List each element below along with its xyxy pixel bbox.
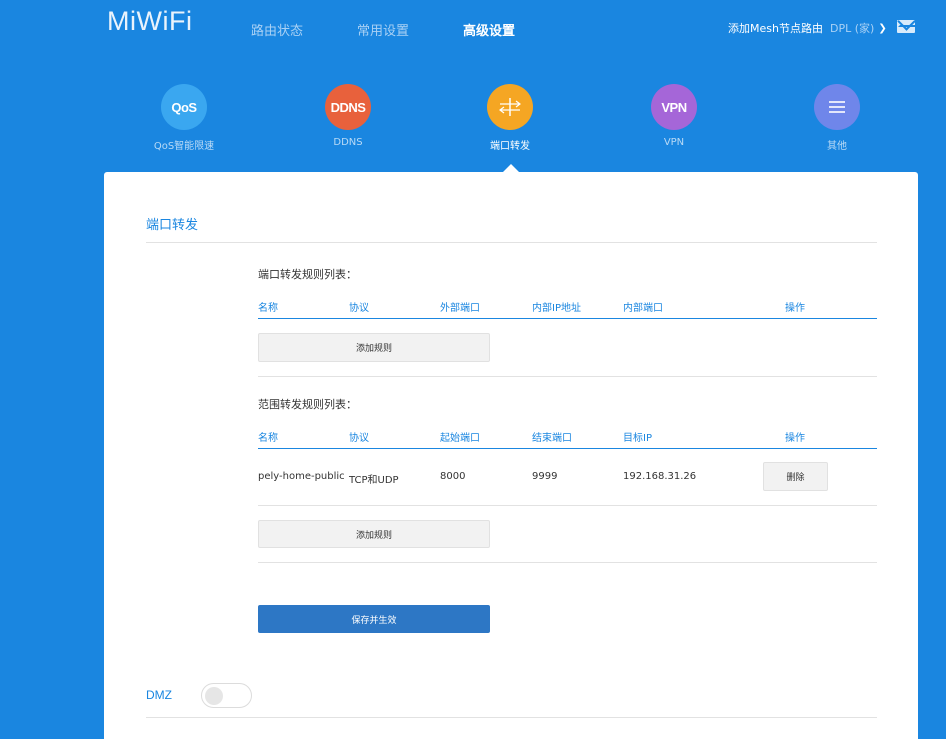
feature-label: VPN (663, 137, 685, 148)
table-header-line (258, 318, 877, 319)
feature-ddns[interactable]: DDNS DDNS (303, 84, 393, 148)
dmz-label: DMZ (146, 688, 172, 702)
col-header-action: 操作 (785, 433, 805, 444)
col-header-end-port: 结束端口 (532, 433, 572, 444)
col-header-internal-ip: 内部IP地址 (532, 303, 581, 314)
user-name: DPL (家) (830, 22, 875, 35)
main-panel: 端口转发 端口转发规则列表： 名称 协议 外部端口 内部IP地址 内部端口 操作… (104, 172, 918, 739)
col-header-protocol: 协议 (349, 303, 369, 314)
rule-target-ip: 192.168.31.26 (623, 471, 697, 482)
dmz-toggle[interactable] (201, 683, 252, 708)
col-header-target-ip: 目标IP (623, 433, 652, 444)
top-bar: MiWiFi 路由状态 常用设置 高级设置 添加Mesh节点路由 DPL (家)… (0, 0, 946, 60)
rule-name: pely-home-public (258, 471, 345, 482)
qos-icon: QoS (161, 84, 207, 130)
feature-qos[interactable]: QoS QoS智能限速 (139, 84, 229, 152)
port-rules-title: 端口转发规则列表： (258, 268, 357, 281)
feature-vpn[interactable]: VPN VPN (629, 84, 719, 148)
col-header-internal-port: 内部端口 (623, 303, 663, 314)
col-header-action: 操作 (785, 303, 805, 314)
nav-router-status[interactable]: 路由状态 (251, 20, 303, 39)
chevron-down-icon: ❯ (878, 22, 887, 34)
divider (146, 242, 877, 243)
feature-label: 其他 (827, 141, 847, 152)
divider (258, 376, 877, 377)
range-rules-title: 范围转发规则列表： (258, 398, 357, 411)
rule-protocol: TCP和UDP (349, 475, 399, 486)
col-header-external-port: 外部端口 (440, 303, 480, 314)
save-and-apply-button[interactable]: 保存并生效 (258, 605, 490, 633)
menu-icon (814, 84, 860, 130)
ddns-icon: DDNS (325, 84, 371, 130)
feature-label: 端口转发 (490, 141, 530, 152)
add-mesh-link[interactable]: 添加Mesh节点路由 (728, 20, 823, 36)
vpn-icon: VPN (651, 84, 697, 130)
feature-other[interactable]: 其他 (792, 84, 882, 152)
add-range-rule-button[interactable]: 添加规则 (258, 520, 490, 548)
table-header-line (258, 448, 877, 449)
feature-label: DDNS (333, 137, 363, 148)
divider (146, 717, 877, 718)
rule-start-port: 8000 (440, 471, 466, 482)
nav-advanced-settings[interactable]: 高级设置 (463, 20, 515, 39)
page-title: 端口转发 (146, 218, 199, 233)
rule-end-port: 9999 (532, 471, 558, 482)
col-header-name: 名称 (258, 433, 278, 444)
col-header-start-port: 起始端口 (440, 433, 480, 444)
port-forward-icon (487, 84, 533, 130)
mail-icon[interactable] (897, 20, 915, 33)
user-menu[interactable]: DPL (家) ❯ (830, 20, 887, 36)
col-header-name: 名称 (258, 303, 278, 314)
add-port-rule-button[interactable]: 添加规则 (258, 333, 490, 362)
col-header-protocol: 协议 (349, 433, 369, 444)
feature-port-forward[interactable]: 端口转发 (465, 84, 555, 152)
delete-rule-button[interactable]: 删除 (763, 462, 828, 491)
divider (258, 505, 877, 506)
divider (258, 562, 877, 563)
nav-common-settings[interactable]: 常用设置 (357, 20, 409, 39)
miwifi-logo[interactable]: MiWiFi (107, 6, 192, 37)
toggle-knob (205, 687, 223, 705)
feature-label: QoS智能限速 (153, 141, 215, 152)
